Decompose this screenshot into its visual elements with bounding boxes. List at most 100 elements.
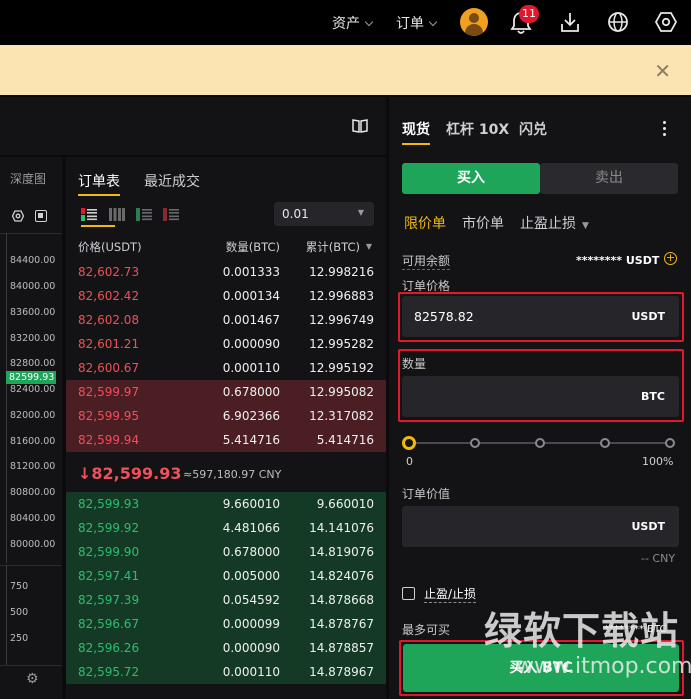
gear-icon[interactable]: ⚙ [26,671,39,687]
nav-assets[interactable]: 资产 [332,13,374,33]
slider-stop-50[interactable] [535,438,545,448]
tab-margin[interactable]: 杠杆 10X [446,119,509,139]
price-input[interactable]: 82578.82 USDT [402,296,679,337]
bid-row[interactable]: 82,595.72 0.000110 14.878967 [66,660,386,684]
view-asks-button[interactable] [163,208,179,224]
bid-row[interactable]: 82,596.26 0.000090 14.878857 [66,636,386,660]
tab-recent-trades[interactable]: 最近成交 [144,171,200,191]
order-value-input[interactable]: USDT [402,506,679,547]
notifications-button[interactable]: 11 [508,5,539,36]
ask-total: 12.996749 [309,313,374,327]
price-unit: USDT [631,310,666,323]
chart-settings-button[interactable] [11,210,25,222]
view-depth-button[interactable] [109,208,125,224]
ask-row[interactable]: 82,599.95 6.902366 12.317082 [66,404,386,428]
view-bids-button[interactable] [136,208,152,224]
bid-total: 14.878767 [309,617,374,631]
ask-qty: 0.000110 [222,361,280,375]
quantity-label: 数量 [402,357,427,371]
active-tab-underline [402,143,430,145]
slider-stop-100[interactable] [665,438,675,448]
bid-price: 82,597.41 [78,569,140,583]
bid-row[interactable]: 82,596.67 0.000099 14.878767 [66,612,386,636]
sort-down-icon[interactable]: ▼ [366,242,372,251]
ask-total: 12.995282 [309,337,374,351]
price-tick: 82000.00 [10,410,56,421]
watermark-logo: 绿软下载站 [484,609,680,653]
bid-qty: 0.054592 [222,593,280,607]
add-funds-icon[interactable]: + [664,252,677,265]
ask-row[interactable]: 82,602.73 0.001333 12.998216 [66,260,386,284]
bid-row[interactable]: 82,599.90 0.678000 14.819076 [66,540,386,564]
bid-row[interactable]: 82,599.92 4.481066 14.141076 [66,516,386,540]
bid-qty: 0.678000 [222,545,280,559]
axis-line [6,565,7,665]
col-total: 累计(BTC) [305,240,360,254]
ask-price: 82,602.42 [78,289,140,303]
ask-price: 82,600.67 [78,361,140,375]
close-icon[interactable]: ✕ [654,59,671,83]
download-button[interactable] [558,10,582,37]
bid-qty: 0.000090 [222,641,280,655]
notification-badge: 11 [519,5,539,23]
tab-flash[interactable]: 闪兑 [519,119,547,139]
bid-price: 82,596.67 [78,617,140,631]
avatar[interactable] [460,8,488,36]
precision-value: 0.01 [282,207,309,221]
settings-button[interactable] [654,10,678,37]
volume-tick: 250 [10,633,29,644]
ask-row[interactable]: 82,601.21 0.000090 12.995282 [66,332,386,356]
order-value-unit: USDT [631,520,666,533]
bid-row[interactable]: 82,599.93 9.660010 9.660010 [66,492,386,516]
bid-qty: 0.000099 [222,617,280,631]
depth-bars-icon [109,208,125,221]
book-view-button[interactable] [352,119,368,136]
nav-orders[interactable]: 订单 [396,13,438,33]
ask-qty: 6.902366 [222,409,280,423]
more-menu-icon[interactable] [663,121,667,139]
tpsl-label[interactable]: 止盈/止损 [424,585,477,603]
order-type-stop[interactable]: 止盈止损 ▼ [520,213,589,233]
ask-row[interactable]: 82,599.94 5.414716 5.414716 [66,428,386,452]
ask-price: 82,599.97 [78,385,140,399]
slider-stop-25[interactable] [470,438,480,448]
slider-stop-75[interactable] [600,438,610,448]
tab-order-book[interactable]: 订单表 [78,171,120,191]
dot [663,133,666,136]
ask-row[interactable]: 82,599.97 0.678000 12.995082 [66,380,386,404]
price-tick: 83600.00 [10,307,56,318]
amount-slider-handle[interactable] [402,436,416,450]
precision-select[interactable]: 0.01 ▼ [274,202,374,226]
ask-total: 12.996883 [309,289,374,303]
divider [0,565,62,566]
chevron-down-icon: ▼ [357,208,364,217]
bid-price: 82,599.92 [78,521,140,535]
ask-row[interactable]: 82,602.08 0.001467 12.996749 [66,308,386,332]
col-qty: 数量(BTC) [225,240,280,254]
price-tick: 81200.00 [10,461,56,472]
bid-row[interactable]: 82,597.39 0.054592 14.878668 [66,588,386,612]
max-buy-label: 最多可买 [402,623,451,637]
bid-price: 82,596.26 [78,641,140,655]
ask-price: 82,599.95 [78,409,140,423]
fullscreen-icon[interactable] [35,210,47,222]
language-button[interactable] [606,10,630,37]
bid-row[interactable]: 82,597.41 0.005000 14.824076 [66,564,386,588]
book-bids-icon [136,208,152,221]
divider [0,665,62,666]
sell-tab-button[interactable]: 卖出 [540,163,678,194]
order-type-limit[interactable]: 限价单 [404,213,446,233]
quantity-input[interactable]: BTC [402,376,679,417]
ask-row[interactable]: 82,600.67 0.000110 12.995192 [66,356,386,380]
ask-row[interactable]: 82,602.42 0.000134 12.996883 [66,284,386,308]
gear-icon [654,12,678,32]
order-type-market[interactable]: 市价单 [462,213,504,233]
tab-depth[interactable]: 深度图 [10,170,46,187]
current-price-tag: 82599.93 [6,371,56,384]
view-both-button[interactable] [81,208,115,227]
volume-tick: 750 [10,581,29,592]
tab-spot[interactable]: 现货 [402,119,430,139]
dot [663,127,666,130]
buy-tab-button[interactable]: 买入 [402,163,540,194]
tpsl-checkbox[interactable] [402,587,415,600]
